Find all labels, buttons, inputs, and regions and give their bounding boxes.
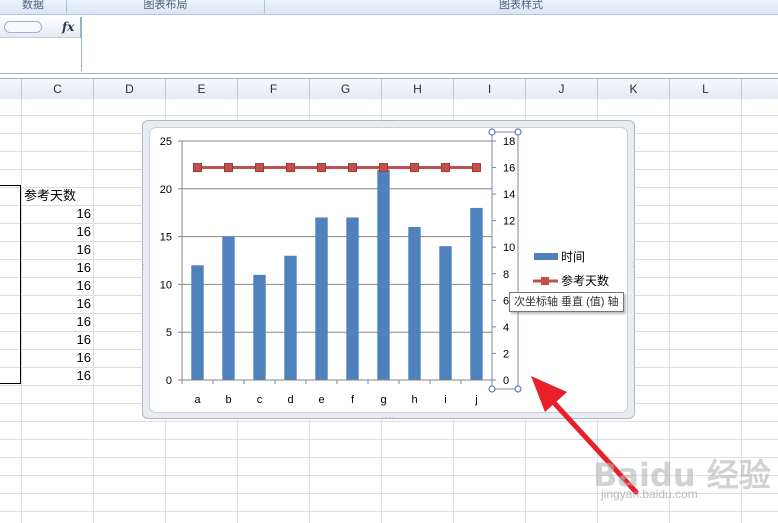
- baidu-watermark: Baidu 经验 jingyan.baidu.com: [593, 450, 773, 510]
- annotation-arrow-icon: [531, 376, 639, 495]
- watermark-url: jingyan.baidu.com: [601, 487, 698, 501]
